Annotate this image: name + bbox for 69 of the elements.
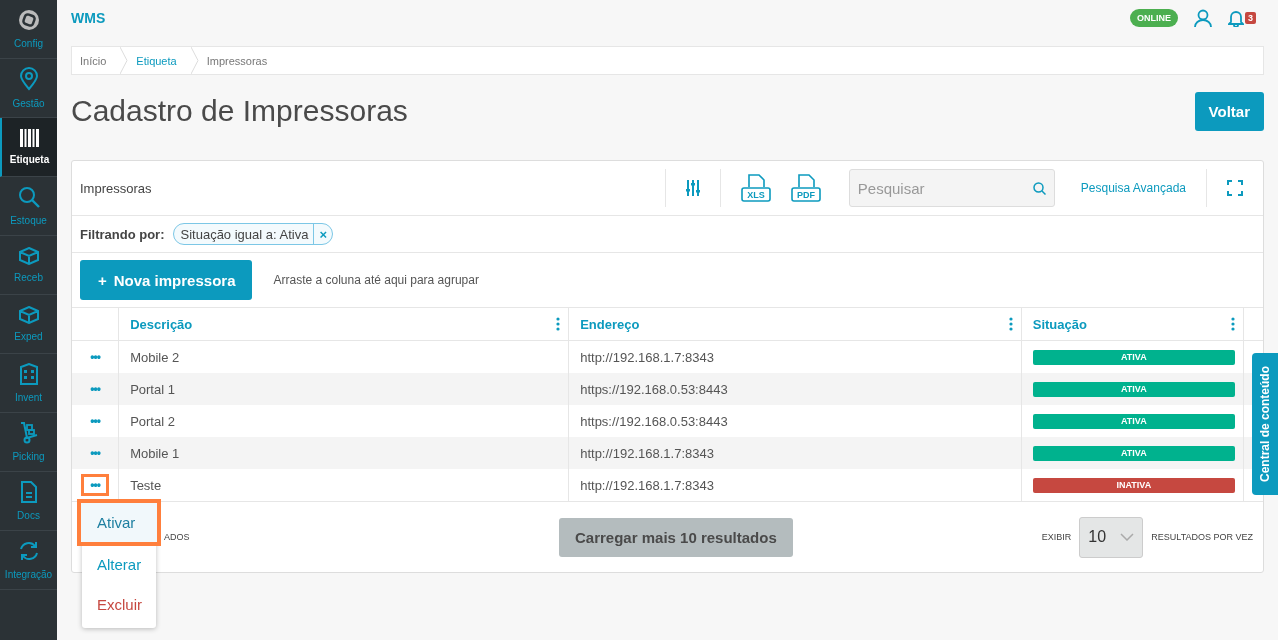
- sync-icon: [17, 540, 40, 562]
- sidebar-item[interactable]: Etiqueta: [0, 118, 57, 177]
- search-icon[interactable]: [1032, 182, 1046, 195]
- breadcrumb-item: Impressoras: [206, 54, 269, 67]
- fullscreen-icon[interactable]: [1227, 180, 1243, 196]
- column-menu-icon[interactable]: [1008, 317, 1013, 331]
- column-header[interactable]: Situação: [1032, 316, 1087, 332]
- user-icon[interactable]: [1194, 8, 1212, 27]
- back-button[interactable]: Voltar: [1194, 91, 1264, 131]
- table-cell: http://192.168.1.7:8343: [568, 437, 1022, 469]
- table-cell: Mobile 1: [118, 437, 569, 469]
- notification-count: 3: [1245, 11, 1256, 24]
- row-actions-button[interactable]: •••: [81, 410, 109, 432]
- app-title: WMS: [71, 9, 106, 26]
- sidebar-item[interactable]: Integração: [0, 531, 57, 590]
- chevron-down-icon: [1120, 533, 1135, 541]
- column-header[interactable]: Descrição: [130, 316, 193, 332]
- filter-chip: Situação igual a: Ativa ×: [172, 223, 333, 245]
- sidebar-item[interactable]: Exped: [0, 295, 57, 354]
- sidebar-item[interactable]: Docs: [0, 472, 57, 531]
- menu-item[interactable]: Ativar: [79, 501, 159, 544]
- column-menu-icon[interactable]: [556, 317, 561, 331]
- location-pin-icon: [18, 67, 39, 91]
- sidebar-item[interactable]: Invent: [0, 354, 57, 413]
- sidebar-item[interactable]: Config: [0, 0, 57, 59]
- row-actions-button[interactable]: •••: [81, 346, 109, 368]
- search-field[interactable]: Pesquisar: [848, 169, 1055, 207]
- table-cell: Portal 1: [118, 373, 569, 405]
- status-badge: ATIVA: [1032, 445, 1235, 461]
- status-badge: ATIVA: [1032, 381, 1235, 397]
- sidebar-item[interactable]: Estoque: [0, 177, 57, 236]
- sliders-icon[interactable]: [685, 180, 700, 196]
- filter-label: Filtrando por:: [80, 226, 165, 242]
- remove-filter-button[interactable]: ×: [313, 224, 332, 244]
- per-page-label: RESULTADOS POR VEZ: [1151, 532, 1253, 542]
- status-badge: ATIVA: [1032, 413, 1235, 429]
- box-icon: [18, 306, 39, 324]
- status-badge: INATIVA: [1032, 477, 1235, 493]
- status-badge: ONLINE: [1129, 8, 1178, 27]
- grid-title: Impressoras: [80, 180, 152, 196]
- table-cell: https://192.168.0.53:8443: [568, 373, 1022, 405]
- search-icon: [17, 186, 40, 208]
- group-hint: Arraste a coluna até aqui para agrupar: [273, 273, 479, 287]
- document-icon: [19, 481, 38, 503]
- results-count: ADOS: [164, 532, 190, 542]
- new-printer-button[interactable]: + Nova impressora: [80, 260, 252, 300]
- bell-icon[interactable]: [1228, 8, 1244, 27]
- barcode-icon: [19, 129, 40, 147]
- sidebar-item[interactable]: Picking: [0, 413, 57, 472]
- breadcrumb-item[interactable]: Início: [80, 54, 121, 67]
- table-cell: http://192.168.1.7:8343: [568, 469, 1022, 501]
- row-actions-button[interactable]: •••: [81, 474, 109, 496]
- menu-item[interactable]: Excluir: [82, 584, 156, 624]
- side-tab[interactable]: Central de conteúdo: [1252, 353, 1278, 495]
- show-label: EXIBIR: [1041, 532, 1072, 542]
- column-menu-icon[interactable]: [1231, 317, 1235, 331]
- hand-truck-icon: [18, 422, 39, 444]
- column-header[interactable]: Endereço: [580, 316, 640, 332]
- page-title: Cadastro de Impressoras: [71, 94, 408, 128]
- load-more-button[interactable]: Carregar mais 10 resultados: [559, 517, 793, 557]
- status-badge: ATIVA: [1032, 349, 1235, 365]
- box-icon: [18, 247, 39, 265]
- advanced-search-link[interactable]: Pesquisa Avançada: [1080, 181, 1186, 195]
- breadcrumb-item[interactable]: Etiqueta: [136, 54, 191, 67]
- menu-item[interactable]: Alterar: [82, 544, 156, 584]
- page-size-select[interactable]: 10: [1079, 516, 1144, 558]
- sidebar-item[interactable]: Receb: [0, 236, 57, 295]
- logo-icon: [17, 9, 40, 31]
- building-icon: [18, 363, 39, 385]
